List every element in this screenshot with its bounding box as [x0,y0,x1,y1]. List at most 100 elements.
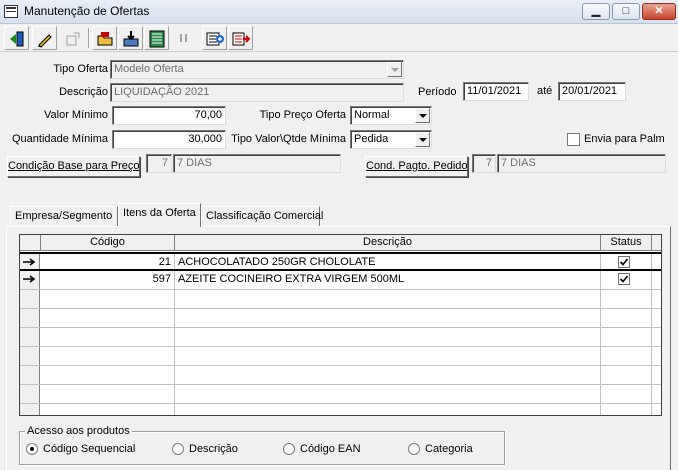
minimize-button[interactable]: ▁ [582,3,610,20]
condicao-base-button[interactable]: Condição Base para Preço [7,156,140,177]
table-row[interactable] [20,385,661,404]
status-cell[interactable] [601,309,652,327]
desc-cell[interactable] [175,347,601,365]
desc-cell[interactable]: AZEITE COCINEIRO EXTRA VIRGEM 500ML [175,271,601,289]
status-cell[interactable] [601,290,652,308]
desc-cell[interactable] [175,404,601,415]
desc-cell[interactable] [175,328,601,346]
cond-pagto-button[interactable]: Cond. Pagto. Pedido [365,156,468,177]
radio-codigo-sequencial[interactable] [26,443,38,455]
close-icon: ✕ [654,5,664,17]
chevron-down-icon[interactable] [415,108,430,123]
tipo-oferta-select[interactable]: Modelo Oferta [110,60,404,79]
list-button[interactable] [144,26,169,50]
table-row[interactable]: 597 AZEITE COCINEIRO EXTRA VIRGEM 500ML [20,271,661,290]
radio-label-descricao: Descrição [189,443,238,455]
status-cell[interactable] [601,254,652,269]
code-cell[interactable] [41,328,175,346]
valor-minimo-field[interactable]: 70,00 [112,106,226,125]
tipo-preco-oferta-select[interactable]: Normal [350,106,432,125]
status-cell[interactable] [601,404,652,415]
table-row[interactable] [20,404,661,415]
periodo-end-field[interactable]: 20/01/2021 [558,82,626,101]
close-button[interactable]: ✕ [642,3,676,20]
desc-cell[interactable] [175,385,601,403]
remove-item-icon [232,32,250,46]
maximize-button[interactable]: □ [612,3,640,20]
extra-cell[interactable] [652,309,661,327]
periodo-start-field[interactable]: 11/01/2021 [463,82,529,101]
code-cell[interactable]: 21 [41,254,175,269]
condicao-base-code: 7 [146,154,172,173]
table-row[interactable] [20,290,661,309]
grid-header-status[interactable]: Status [601,235,652,251]
tab-empresa-segmento[interactable]: Empresa/Segmento [10,206,118,226]
extra-cell[interactable] [652,254,661,269]
desc-cell[interactable]: ACHOCOLATADO 250GR CHOLOLATE [175,254,601,269]
status-cell[interactable] [601,366,652,384]
table-row[interactable] [20,366,661,385]
table-row[interactable] [20,328,661,347]
radio-categoria[interactable] [408,443,420,455]
extra-cell[interactable] [652,366,661,384]
radio-codigo-ean[interactable] [283,443,295,455]
desc-cell[interactable] [175,309,601,327]
extra-cell[interactable] [652,328,661,346]
table-row[interactable] [20,347,661,366]
envia-palm-checkbox[interactable] [567,133,580,146]
status-checkbox[interactable] [618,256,630,268]
code-cell[interactable] [41,385,175,403]
add-item-button[interactable] [202,26,227,50]
quantidade-minima-field[interactable]: 30,000 [112,130,226,149]
code-cell[interactable] [41,347,175,365]
status-checkbox[interactable] [618,273,630,285]
extra-cell[interactable] [652,385,661,403]
tipo-oferta-value: Modelo Oferta [114,63,184,75]
disabled-action-button[interactable] [60,26,85,50]
tipo-valor-qtde-label: Tipo Valor\Qtde Mínima [231,133,346,145]
grid-header-desc[interactable]: Descrição [175,235,601,251]
add-item-icon [206,32,224,46]
status-cell[interactable] [601,385,652,403]
items-grid[interactable]: Código Descrição Status 21 ACHOCOLATADO 2… [19,234,662,416]
exit-button[interactable] [4,26,29,50]
grid-header-code[interactable]: Código [41,235,175,251]
table-row[interactable]: 21 ACHOCOLATADO 250GR CHOLOLATE [20,252,661,271]
remove-item-button[interactable] [228,26,253,50]
desc-cell[interactable] [175,290,601,308]
radio-label-categoria: Categoria [425,443,473,455]
code-cell[interactable]: 597 [41,271,175,289]
tab-classificacao-comercial[interactable]: Classificação Comercial [201,206,323,226]
chevron-down-icon[interactable] [387,62,402,77]
code-cell[interactable] [41,290,175,308]
descricao-label: Descrição [59,86,108,98]
chevron-down-icon[interactable] [415,132,430,147]
code-cell[interactable] [41,366,175,384]
code-cell[interactable] [41,404,175,415]
extra-cell[interactable] [652,404,661,415]
row-indicator [20,347,40,365]
grid-header-indicator [20,235,41,251]
table-row[interactable] [20,309,661,328]
row-indicator [20,254,40,269]
row-indicator [20,404,40,415]
open-button[interactable] [92,26,117,50]
edit-icon [38,34,52,48]
cond-pagto-code: 7 [472,154,496,173]
extra-cell[interactable] [652,290,661,308]
save-button[interactable] [118,26,143,50]
edit-button[interactable] [32,26,57,50]
extra-cell[interactable] [652,347,661,365]
desc-cell[interactable] [175,366,601,384]
list-icon [149,30,165,48]
status-cell[interactable] [601,347,652,365]
status-cell[interactable] [601,271,652,289]
disabled-quote-button[interactable] [172,26,197,50]
tab-itens-oferta[interactable]: Itens da Oferta [118,203,201,227]
status-cell[interactable] [601,328,652,346]
radio-descricao[interactable] [172,443,184,455]
extra-cell[interactable] [652,271,661,289]
tipo-valor-qtde-select[interactable]: Pedida [350,130,432,149]
descricao-field[interactable]: LIQUIDAÇÃO 2021 [110,83,404,102]
code-cell[interactable] [41,309,175,327]
